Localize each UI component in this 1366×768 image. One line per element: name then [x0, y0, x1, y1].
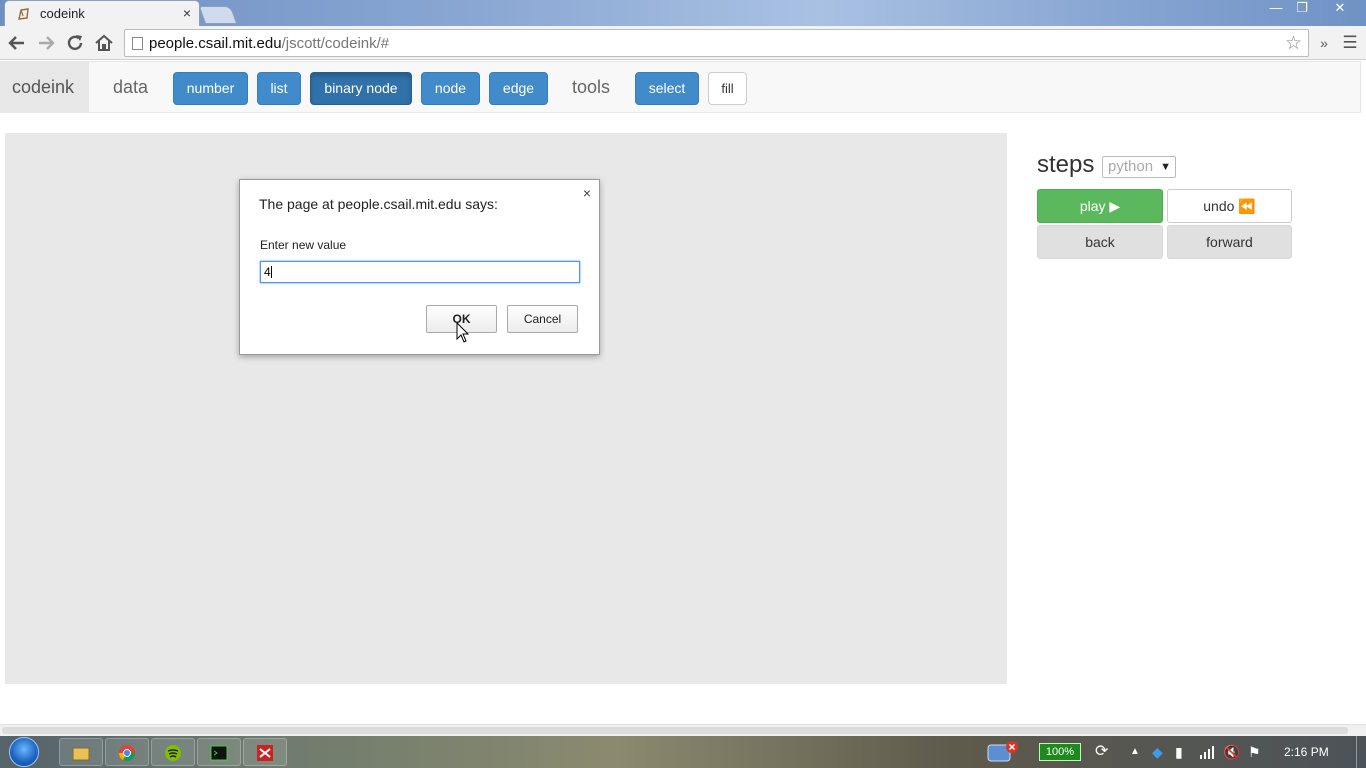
back-arrow-icon[interactable]: [5, 31, 29, 55]
fill-button[interactable]: fill: [708, 72, 747, 105]
browser-titlebar: codeink × — ❐ ✕: [0, 0, 1366, 26]
steps-title: steps: [1037, 151, 1095, 178]
dialog-close-icon[interactable]: ×: [583, 185, 591, 201]
window-close-icon[interactable]: ✕: [1322, 0, 1358, 18]
power-icon[interactable]: ▮: [1175, 736, 1183, 768]
codeink-navbar: codeink data number list binary node nod…: [0, 61, 1361, 113]
taskbar-explorer[interactable]: [59, 738, 103, 766]
volume-muted-icon[interactable]: 🔇: [1223, 736, 1240, 768]
tools-label: tools: [572, 77, 611, 97]
node-button[interactable]: node: [421, 72, 480, 105]
number-button[interactable]: number: [173, 72, 248, 105]
tab-title: codeink: [40, 6, 85, 21]
language-select[interactable]: python ▼: [1102, 156, 1176, 178]
terminal-icon: [210, 745, 228, 761]
binary-node-button[interactable]: binary node: [310, 72, 412, 105]
show-desktop-button[interactable]: [1356, 736, 1366, 768]
address-bar[interactable]: people.csail.mit.edu/jscott/codeink/# ☆: [124, 29, 1309, 57]
restore-icon[interactable]: ❐: [1288, 0, 1316, 18]
list-button[interactable]: list: [257, 72, 301, 105]
horizontal-scrollbar[interactable]: [0, 724, 1366, 736]
taskbar-app[interactable]: [243, 738, 287, 766]
folder-icon: [72, 747, 90, 761]
chrome-icon: [118, 745, 136, 762]
forward-button[interactable]: forward: [1167, 225, 1292, 259]
new-value-input[interactable]: 4: [260, 261, 580, 283]
brand[interactable]: codeink: [1, 62, 89, 112]
tab-close-icon[interactable]: ×: [183, 5, 191, 21]
scrollbar-thumb[interactable]: [2, 727, 1348, 734]
battery-indicator[interactable]: 100%: [1039, 743, 1081, 761]
taskbar-spotify[interactable]: [151, 738, 195, 766]
signal-icon[interactable]: [1199, 745, 1215, 759]
browser-tab[interactable]: codeink ×: [4, 0, 200, 26]
chevron-down-icon: ▼: [1160, 161, 1171, 173]
chrome-menu-icon[interactable]: ☰: [1338, 31, 1362, 55]
action-center-flag-icon[interactable]: ⚑: [1248, 736, 1261, 768]
back-button[interactable]: back: [1037, 225, 1163, 259]
codeink-favicon-icon: [18, 8, 29, 20]
prompt-dialog: × The page at people.csail.mit.edu says:…: [239, 179, 600, 355]
data-label: data: [113, 77, 149, 97]
extensions-overflow-icon[interactable]: »: [1312, 31, 1336, 55]
cancel-button[interactable]: Cancel: [507, 305, 578, 333]
new-tab-button[interactable]: [198, 6, 238, 24]
dialog-title: The page at people.csail.mit.edu says:: [259, 196, 498, 212]
windows-taskbar: 100% ⟳ ▲ ◆ ▮ 🔇 ⚑ 2:16 PM: [0, 736, 1366, 768]
app-icon: [257, 745, 273, 761]
start-button[interactable]: [6, 736, 46, 768]
dropbox-icon[interactable]: ◆: [1152, 736, 1163, 768]
taskbar-terminal[interactable]: [197, 738, 241, 766]
reload-icon[interactable]: [63, 31, 87, 55]
language-value: python: [1108, 158, 1154, 175]
page-icon: [132, 37, 143, 50]
browser-toolbar: people.csail.mit.edu/jscott/codeink/# ☆ …: [0, 26, 1366, 60]
play-button[interactable]: play ▶: [1037, 189, 1163, 223]
show-hidden-icons-icon[interactable]: ▲: [1130, 736, 1140, 768]
sync-icon[interactable]: ⟳: [1095, 736, 1108, 768]
network-alert-icon[interactable]: [986, 740, 1020, 764]
clock[interactable]: 2:16 PM: [1284, 736, 1329, 768]
bookmark-star-icon[interactable]: ☆: [1285, 32, 1302, 55]
taskbar-chrome[interactable]: [105, 738, 149, 766]
undo-button[interactable]: undo ⏪: [1167, 189, 1292, 223]
windows-logo-icon: [9, 737, 39, 767]
url-text: people.csail.mit.edu/jscott/codeink/#: [149, 35, 390, 52]
dialog-message: Enter new value: [260, 238, 347, 252]
select-button[interactable]: select: [635, 72, 699, 105]
edge-button[interactable]: edge: [489, 72, 548, 105]
forward-arrow-icon[interactable]: [34, 31, 58, 55]
spotify-icon: [165, 745, 181, 761]
minimize-icon[interactable]: —: [1262, 0, 1290, 18]
mouse-cursor-icon: [456, 322, 470, 343]
home-icon[interactable]: [92, 31, 116, 55]
